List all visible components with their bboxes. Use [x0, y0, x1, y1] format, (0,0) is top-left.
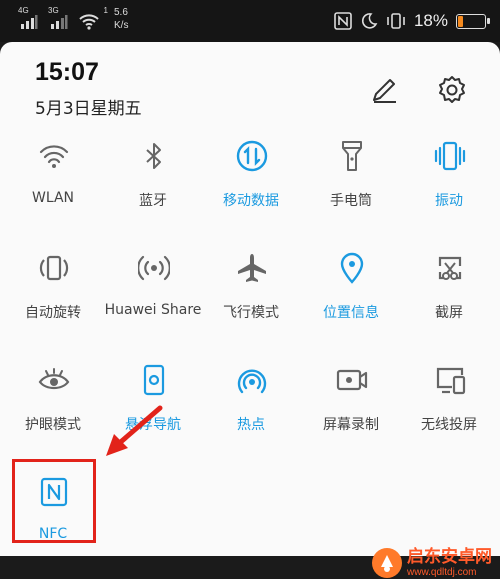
tile-label: WLAN [31, 190, 74, 206]
huawei-share-icon [138, 252, 170, 284]
tile-wlan[interactable]: WLAN [3, 140, 103, 240]
tile-label: 飞行模式 [223, 305, 279, 321]
flashlight-icon [336, 140, 368, 172]
screen-record-icon [336, 364, 368, 396]
tile-label: 热点 [237, 417, 265, 433]
tile-vibrate[interactable]: 振动 [399, 140, 499, 240]
wifi-status-icon [79, 14, 99, 30]
signal-icon [51, 15, 68, 29]
nfc-status-icon [334, 12, 352, 30]
settings-button[interactable] [434, 72, 470, 108]
quick-settings-panel: 15:07 5月3日星期五 WLAN 蓝牙 移动数据 手电筒 振动 自动旋转 H… [0, 42, 500, 578]
watermark-url: www.qdltdj.com [407, 566, 477, 578]
status-bar-left: 4G 3G 1 5.6 K/s [18, 6, 128, 32]
tile-flashlight[interactable]: 手电筒 [301, 140, 401, 240]
tile-label: 截屏 [435, 305, 463, 321]
floating-dock-icon [138, 364, 170, 396]
tile-eye-comfort[interactable]: 护眼模式 [3, 364, 103, 464]
tile-label: 护眼模式 [25, 417, 81, 433]
tile-label: 位置信息 [323, 305, 379, 321]
edit-button[interactable] [366, 72, 402, 108]
sim1-signal: 4G [18, 6, 42, 32]
screenshot-icon [434, 252, 466, 284]
watermark: 启东安卓网 www.qdltdj.com [371, 547, 492, 579]
auto-rotate-icon [38, 252, 70, 284]
status-bar: 4G 3G 1 5.6 K/s 18% [0, 0, 500, 42]
red-arrow-annotation [106, 405, 163, 456]
bluetooth-icon [138, 140, 170, 172]
wifi-status: 1 [78, 6, 108, 32]
sim2-signal: 3G [48, 6, 72, 32]
eye-icon [38, 364, 70, 396]
battery-icon [456, 13, 490, 29]
tile-label: 手电筒 [330, 193, 372, 209]
speed-value: 5.6 [114, 7, 128, 18]
tile-label: 移动数据 [223, 193, 279, 209]
wifi-icon [38, 140, 70, 172]
watermark-logo-icon [372, 548, 402, 578]
tile-label: 无线投屏 [421, 417, 477, 433]
tile-label: Huawei Share [104, 302, 202, 318]
tile-label: 振动 [435, 193, 463, 209]
battery-percent: 18% [413, 11, 448, 30]
clock-date: 5月3日星期五 [35, 99, 142, 119]
tile-label: 屏幕录制 [323, 417, 379, 433]
tile-label: 自动旋转 [25, 305, 81, 321]
tile-wireless-projection[interactable]: 无线投屏 [399, 364, 499, 464]
airplane-icon [236, 252, 268, 284]
tile-auto-rotate[interactable]: 自动旋转 [3, 252, 103, 352]
pencil-icon [373, 79, 396, 103]
wifi-badge: 1 [103, 6, 108, 15]
tile-screenshot[interactable]: 截屏 [399, 252, 499, 352]
speed-unit: K/s [114, 20, 129, 31]
tile-huawei-share[interactable]: Huawei Share [103, 252, 203, 352]
gear-icon [439, 76, 465, 103]
watermark-title: 启东安卓网 [407, 546, 492, 567]
do-not-disturb-moon-icon [361, 13, 378, 29]
signal-icon [21, 15, 38, 29]
tile-airplane[interactable]: 飞行模式 [201, 252, 301, 352]
hotspot-icon [236, 364, 268, 396]
mobile-data-icon [236, 140, 268, 172]
tile-location[interactable]: 位置信息 [301, 252, 401, 352]
tile-mobile-data[interactable]: 移动数据 [201, 140, 301, 240]
tile-label: 蓝牙 [139, 193, 167, 209]
clock-time: 15:07 [35, 58, 99, 86]
wireless-projection-icon [434, 364, 466, 396]
tile-hotspot[interactable]: 热点 [201, 364, 301, 464]
nfc-highlight-box [12, 459, 96, 543]
location-icon [336, 252, 368, 284]
battery-fill [458, 15, 463, 27]
vibrate-icon [434, 140, 466, 172]
vibrate-status-icon [387, 13, 405, 29]
tile-screen-record[interactable]: 屏幕录制 [301, 364, 401, 464]
status-bar-right: 18% [334, 11, 490, 31]
tile-bluetooth[interactable]: 蓝牙 [103, 140, 203, 240]
network-speed: 5.6 K/s [114, 6, 128, 32]
watermark-text: 启东安卓网 www.qdltdj.com [407, 546, 492, 579]
